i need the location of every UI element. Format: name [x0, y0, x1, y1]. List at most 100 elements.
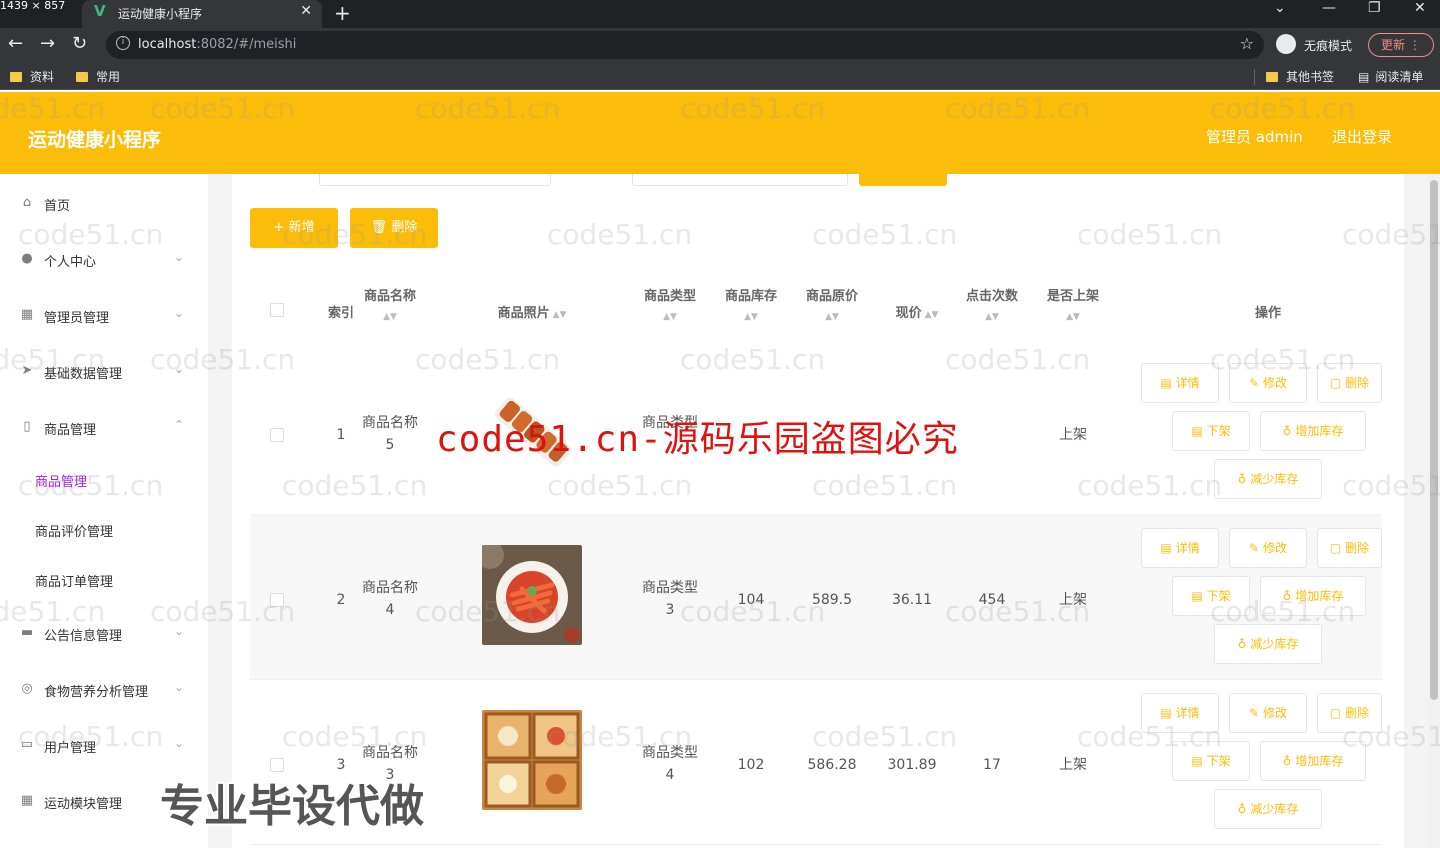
col-orig-price[interactable]: 商品原价 ▲▼ [797, 285, 867, 322]
user-icon: ● [21, 251, 33, 266]
sidebar-sub-orders[interactable]: 商品订单管理 [0, 562, 208, 598]
sidebar-item-profile[interactable]: ● 个人中心 ⌄ [0, 240, 208, 280]
cell-name: 商品名称 4 [362, 580, 418, 618]
sidebar-sub-reviews[interactable]: 商品评价管理 [0, 512, 208, 548]
cell-orig-price: 586.28 [807, 757, 857, 773]
col-clicks[interactable]: 点击次数 ▲▼ [957, 285, 1027, 322]
restore-icon[interactable]: ❐ [1368, 0, 1381, 16]
back-icon[interactable]: ← [8, 33, 23, 54]
add-stock-button[interactable]: ♁ 增加库存 [1260, 741, 1366, 781]
bulb-icon: ♁ [1282, 424, 1292, 438]
close-icon[interactable]: ✕ [300, 3, 312, 19]
incognito-icon [1276, 34, 1296, 54]
sidebar-item-nutrition[interactable]: ◎ 食物营养分析管理 ⌄ [0, 670, 208, 710]
detail-button[interactable]: ▤ 详情 [1141, 363, 1219, 403]
col-price[interactable]: 现价 ▲▼ [882, 302, 952, 321]
detail-button[interactable]: ▤ 详情 [1141, 693, 1219, 733]
sidebar-item-products[interactable]: ▯ 商品管理 ⌃ [0, 408, 208, 448]
window-close-icon[interactable]: ✕ [1414, 0, 1426, 16]
incognito-label: 无痕模式 [1304, 39, 1353, 53]
sidebar-item-label: 首页 [44, 199, 71, 214]
sidebar-item-users[interactable]: ▭ 用户管理 ⌄ [0, 726, 208, 766]
delete-row-button[interactable]: ▢ 删除 [1317, 528, 1382, 568]
sort-icon: ▲▼ [383, 312, 397, 322]
edit-button[interactable]: ✎ 修改 [1229, 528, 1307, 568]
cell-price: 301.89 [887, 757, 937, 773]
cell-clicks: 17 [983, 757, 1001, 773]
chevron-down-icon: ⌄ [174, 736, 185, 750]
page-scrollbar[interactable] [1428, 174, 1440, 848]
bookmarks-divider [1254, 69, 1255, 85]
edit-button[interactable]: ✎ 修改 [1229, 693, 1307, 733]
bulb-icon: ♁ [1237, 472, 1247, 486]
browser-tab[interactable]: V 运动健康小程序 ✕ [82, 0, 322, 28]
off-shelf-button[interactable]: ▤ 下架 [1172, 576, 1250, 616]
logout-link[interactable]: 退出登录 [1332, 126, 1392, 147]
sidebar-sub-label: 商品评价管理 [35, 525, 114, 540]
sidebar-item-basic-data[interactable]: ➤ 基础数据管理 ⌄ [0, 352, 208, 392]
off-shelf-button[interactable]: ▤ 下架 [1172, 741, 1250, 781]
search-input[interactable] [319, 174, 551, 186]
sidebar-item-announcements[interactable]: ▬ 公告信息管理 ⌄ [0, 614, 208, 654]
trash-icon: ▢ [1329, 541, 1342, 555]
info-icon[interactable]: i [116, 36, 130, 50]
url-text[interactable]: localhost:8082/#/meishi [138, 37, 296, 52]
sidebar-item-label: 运动模块管理 [44, 797, 123, 812]
bulb-icon: ♁ [1237, 802, 1247, 816]
sidebar: ⌂ 首页 ● 个人中心 ⌄ ▦ 管理员管理 ⌄ ➤ 基础数据管理 ⌄ ▯ 商品管… [0, 174, 208, 848]
forward-icon[interactable]: → [40, 33, 55, 54]
bookmark-folder[interactable]: 资料 [10, 68, 54, 85]
sidebar-item-home[interactable]: ⌂ 首页 [0, 184, 208, 224]
reload-icon[interactable]: ↻ [72, 33, 87, 54]
bulb-icon: ♁ [1237, 637, 1247, 651]
scrollbar-thumb[interactable] [1430, 180, 1438, 700]
sidebar-item-admins[interactable]: ▦ 管理员管理 ⌄ [0, 296, 208, 336]
col-name[interactable]: 商品名称 ▲▼ [355, 285, 425, 322]
document-icon: ▤ [1160, 541, 1172, 555]
reading-list[interactable]: ▤ 阅读清单 [1358, 68, 1423, 85]
edit-button[interactable]: ✎ 修改 [1229, 363, 1307, 403]
reduce-stock-button[interactable]: ♁ 减少库存 [1214, 624, 1322, 664]
add-button[interactable]: + 新增 [250, 208, 338, 248]
bookmark-folder[interactable]: 常用 [76, 68, 120, 85]
row-checkbox[interactable] [270, 593, 284, 607]
sort-icon: ▲▼ [744, 312, 758, 322]
browser-navbar: ← → ↻ i localhost:8082/#/meishi ☆ 无痕模式 更… [0, 28, 1440, 62]
sidebar-sub-products[interactable]: 商品管理 [0, 462, 208, 498]
chevron-down-icon[interactable]: ⌄ [1274, 0, 1286, 16]
bookmark-folder[interactable]: 其他书签 [1266, 68, 1334, 85]
apps-icon: ▦ [20, 793, 34, 808]
reduce-stock-button[interactable]: ♁ 减少库存 [1214, 789, 1322, 829]
promo-overlay: 专业毕设代做 [160, 781, 424, 832]
reduce-stock-button[interactable]: ♁ 减少库存 [1214, 459, 1322, 499]
search-button[interactable] [859, 174, 947, 186]
product-photo [482, 710, 582, 810]
delete-button[interactable]: 🗑︎ 删除 [350, 208, 438, 248]
pencil-icon: ✎ [1248, 706, 1260, 720]
detail-button[interactable]: ▤ 详情 [1141, 528, 1219, 568]
delete-row-button[interactable]: ▢ 删除 [1317, 693, 1382, 733]
select-all-checkbox[interactable] [270, 303, 284, 317]
col-type[interactable]: 商品类型 ▲▼ [635, 285, 705, 322]
sort-icon: ▲▼ [825, 312, 839, 322]
off-shelf-button[interactable]: ▤ 下架 [1172, 411, 1250, 451]
new-tab-icon[interactable]: + [334, 1, 351, 25]
sort-icon: ▲▼ [1066, 312, 1080, 322]
add-stock-button[interactable]: ♁ 增加库存 [1260, 411, 1366, 451]
address-bar[interactable]: i localhost:8082/#/meishi ☆ [106, 31, 1264, 59]
row-checkbox[interactable] [270, 428, 284, 442]
minimize-icon[interactable]: — [1322, 0, 1336, 16]
delete-row-button[interactable]: ▢ 删除 [1317, 363, 1382, 403]
sidebar-item-label: 商品管理 [44, 423, 97, 438]
search-select[interactable] [632, 174, 848, 186]
col-stock[interactable]: 商品库存 ▲▼ [716, 285, 786, 322]
document-icon: ▤ [1191, 754, 1203, 768]
col-photo[interactable]: 商品照片 ▲▼ [482, 302, 582, 321]
sidebar-item-label: 食物营养分析管理 [44, 685, 149, 700]
add-stock-button[interactable]: ♁ 增加库存 [1260, 576, 1366, 616]
star-icon[interactable]: ☆ [1240, 34, 1254, 53]
cell-on-sale: 上架 [1059, 757, 1087, 773]
chat-icon: ▭ [20, 737, 34, 752]
update-button[interactable]: 更新 ⋮ [1368, 33, 1434, 57]
col-on-sale[interactable]: 是否上架 ▲▼ [1038, 285, 1108, 322]
